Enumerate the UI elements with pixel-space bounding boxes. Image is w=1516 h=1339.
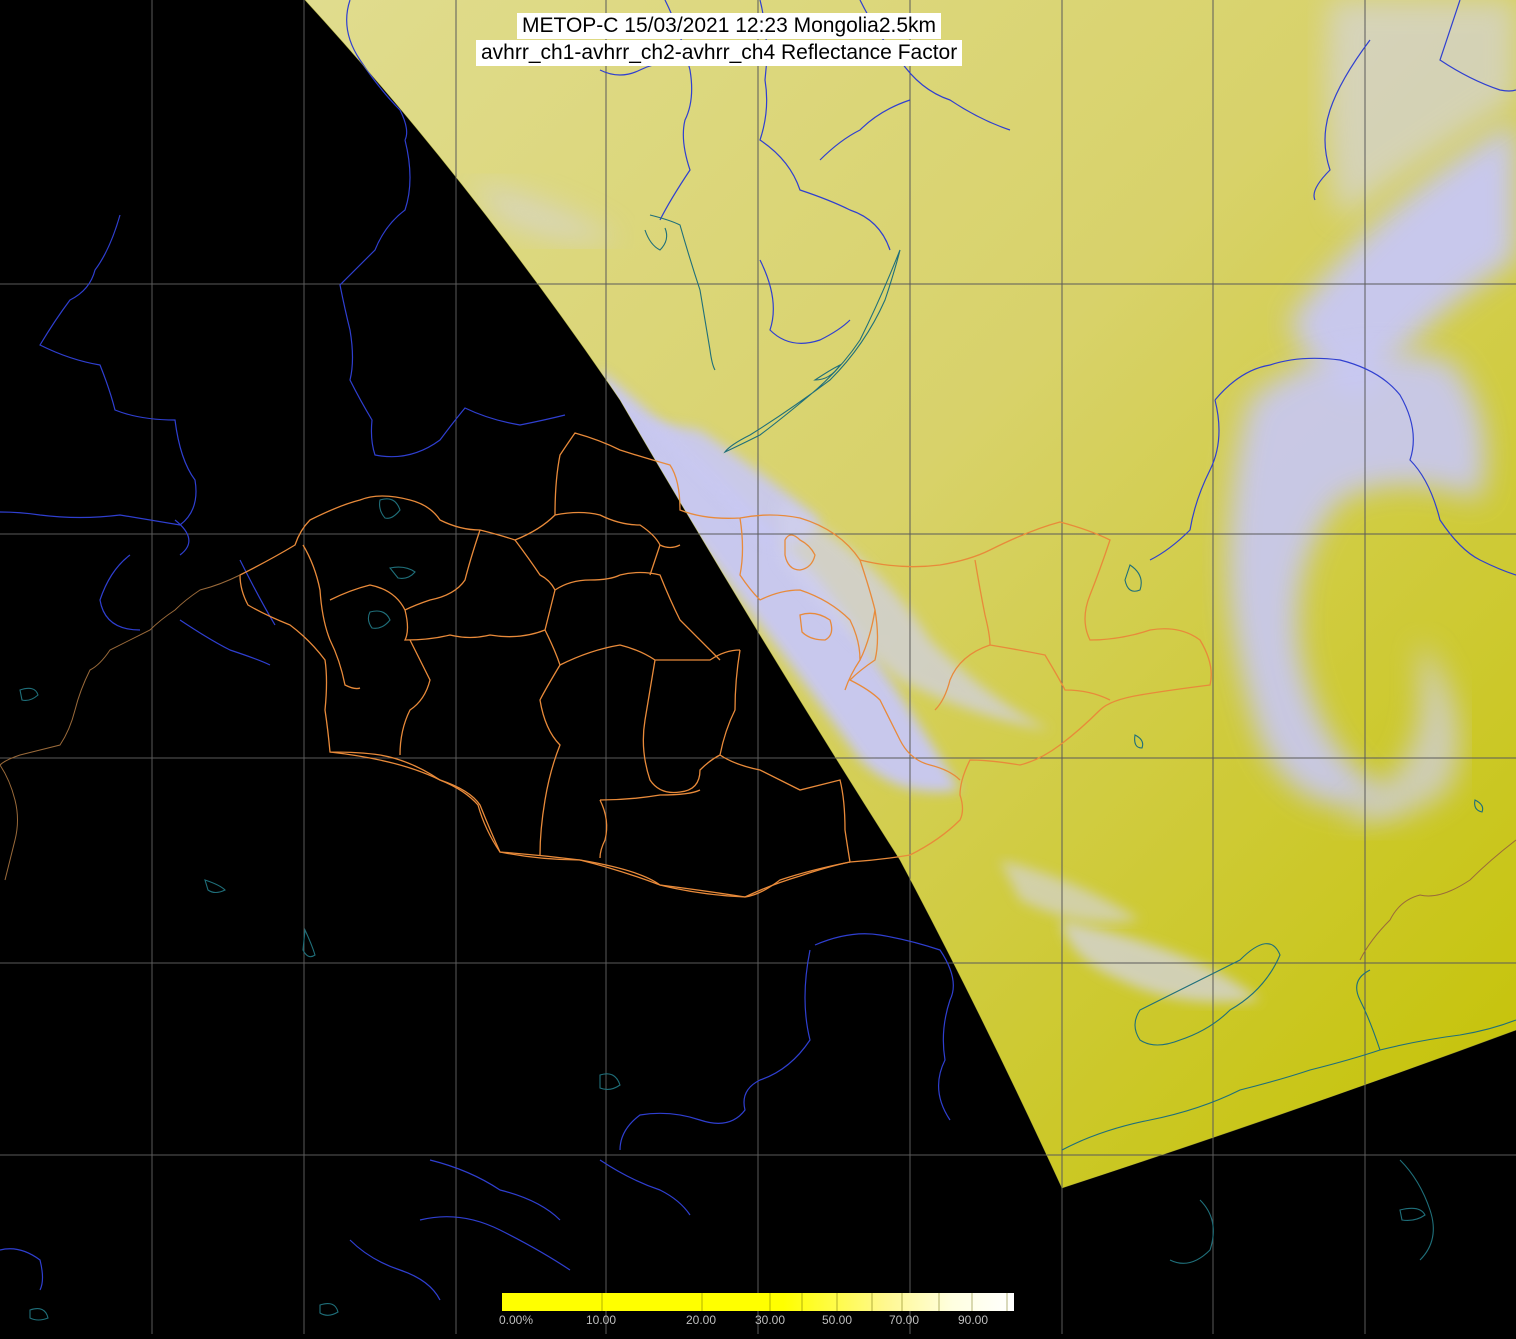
colorbar-label-0: 0.00% [499, 1313, 534, 1327]
colorbar-label-90: 90.00 [958, 1313, 989, 1327]
colorbar-label-70: 70.00 [889, 1313, 920, 1327]
colorbar-label-50: 50.00 [822, 1313, 853, 1327]
colorbar-label-30: 30.00 [755, 1313, 786, 1327]
colorbar-gradient [502, 1293, 1014, 1311]
map-title: METOP-C 15/03/2021 12:23 Mongolia2.5km [517, 13, 942, 39]
colorbar-label-20: 20.00 [686, 1313, 717, 1327]
map-canvas [0, 0, 1516, 1334]
map-subtitle: avhrr_ch1-avhrr_ch2-avhrr_ch4 Reflectanc… [476, 40, 963, 66]
colorbar-label-10: 10.00 [586, 1313, 617, 1327]
colorbar [502, 1293, 1014, 1311]
satellite-map: METOP-C 15/03/2021 12:23 Mongolia2.5km a… [0, 0, 1516, 1334]
